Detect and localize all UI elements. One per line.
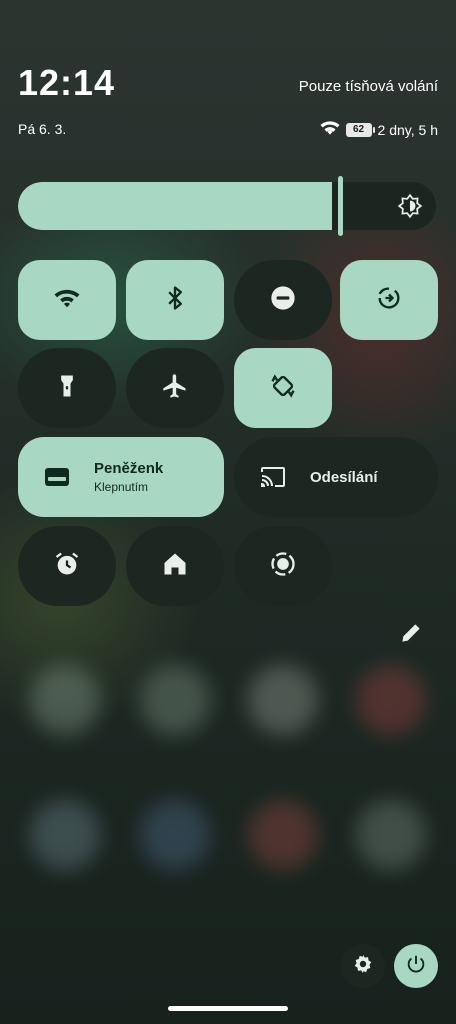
tile-bluetooth[interactable] [126,260,224,340]
airplane-icon [161,372,189,405]
brightness-slider[interactable] [18,182,436,230]
cast-icon [258,462,288,492]
tile-data-saver[interactable] [340,260,438,340]
cast-title: Odesílání [310,468,378,486]
gear-icon [352,953,374,980]
tile-wallet[interactable]: Peněženk Klepnutím [18,437,224,517]
data-saver-icon [375,284,403,317]
gesture-navigation-bar[interactable] [168,1006,288,1011]
tile-alarm[interactable] [18,526,116,606]
alarm-icon [53,550,81,583]
tile-airplane-mode[interactable] [126,348,224,428]
tile-cast[interactable]: Odesílání [234,437,438,517]
brightness-level [18,182,332,230]
tile-wifi[interactable] [18,260,116,340]
wifi-icon [53,284,81,317]
pencil-icon[interactable] [398,620,424,646]
tile-home[interactable] [126,526,224,606]
brightness-auto-icon[interactable] [392,188,428,224]
date[interactable]: Pá 6. 3. [18,121,66,137]
screen-record-icon [269,550,297,583]
tile-auto-rotate[interactable] [234,348,332,428]
wallet-icon [42,462,72,492]
tile-flashlight[interactable] [18,348,116,428]
wifi-signal-icon [320,120,340,139]
power-icon [405,953,427,980]
battery-icon: 62 [345,122,375,137]
settings-button[interactable] [341,944,385,988]
bluetooth-icon [161,284,189,317]
power-button[interactable] [394,944,438,988]
status-icons: 62 2 dny, 5 h [320,120,438,139]
do-not-disturb-icon [269,284,297,317]
clock[interactable]: 12:14 [18,62,115,104]
home-icon [161,550,189,583]
tile-do-not-disturb[interactable] [234,260,332,340]
wallet-subtitle: Klepnutím [94,480,149,494]
wallet-title: Peněženk [94,460,164,477]
brightness-thumb[interactable] [338,176,343,236]
rotate-icon [269,372,297,405]
tile-screen-record[interactable] [234,526,332,606]
battery-estimate: 2 dny, 5 h [377,121,438,138]
carrier-status: Pouze tísňová volání [298,78,438,95]
flashlight-icon [53,372,81,405]
